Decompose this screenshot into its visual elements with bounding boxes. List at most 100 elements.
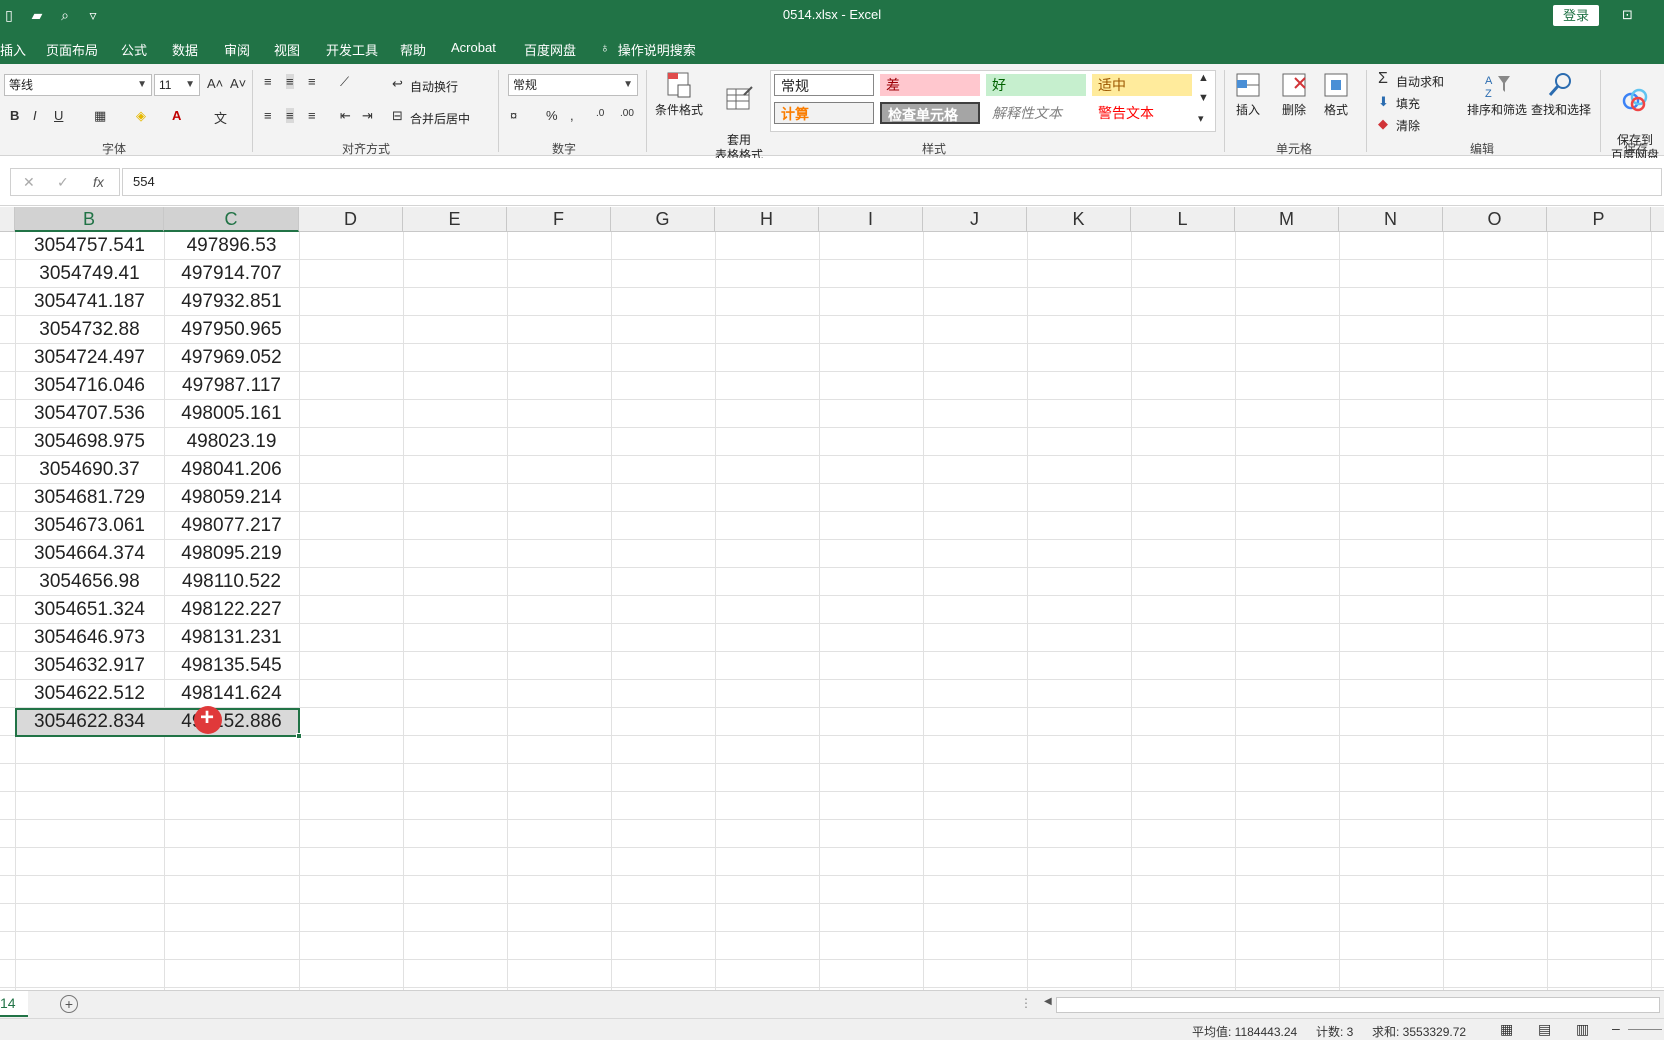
cell-b-selected[interactable]: 3054622.834 <box>15 708 164 736</box>
cell-c[interactable]: 497896.53 <box>164 232 299 260</box>
align-middle-icon[interactable]: ≡ <box>286 74 294 89</box>
column-header-d[interactable]: D <box>299 207 403 232</box>
align-top-icon[interactable]: ≡ <box>264 74 272 89</box>
number-format-select[interactable]: 常规 ▼ <box>508 74 638 96</box>
scroll-left-icon[interactable]: ◀ <box>1044 996 1052 1007</box>
tell-me-search[interactable]: ♁ 操作说明搜索 <box>600 40 696 59</box>
autosum-button[interactable]: 自动求和 <box>1396 73 1444 90</box>
cell-b[interactable]: 3054651.324 <box>15 596 164 624</box>
delete-cells-button[interactable]: 删除 <box>1270 70 1318 118</box>
align-center-icon[interactable]: ≡ <box>286 108 294 123</box>
tab-baidu-netdisk[interactable]: 百度网盘 <box>524 40 576 59</box>
tab-view[interactable]: 视图 <box>274 40 300 59</box>
cell-c[interactable]: 498135.545 <box>164 652 299 680</box>
increase-font-icon[interactable]: A˄ <box>207 76 223 91</box>
gallery-up-icon[interactable]: ▲ <box>1198 72 1209 84</box>
cell-b[interactable]: 3054646.973 <box>15 624 164 652</box>
column-header-e[interactable]: E <box>403 207 507 232</box>
sort-filter-button[interactable]: AZ 排序和筛选 <box>1464 70 1530 118</box>
tab-review[interactable]: 审阅 <box>224 40 250 59</box>
style-neutral[interactable]: 适中 <box>1092 74 1192 96</box>
cell-b[interactable]: 3054732.88 <box>15 316 164 344</box>
column-header-p[interactable]: P <box>1547 207 1651 232</box>
font-name-select[interactable]: 等线 ▼ <box>4 74 152 96</box>
currency-icon[interactable]: ¤ <box>510 108 517 123</box>
cell-c[interactable]: 497950.965 <box>164 316 299 344</box>
cell-c[interactable]: 498041.206 <box>164 456 299 484</box>
gallery-more-icon[interactable]: ▾ <box>1198 112 1204 125</box>
zoom-slider[interactable] <box>1628 1029 1662 1030</box>
italic-icon[interactable]: I <box>33 108 37 123</box>
tab-page-layout[interactable]: 页面布局 <box>46 40 98 59</box>
cell-c[interactable]: 498110.522 <box>164 568 299 596</box>
cell-c[interactable]: 498005.161 <box>164 400 299 428</box>
tab-developer[interactable]: 开发工具 <box>326 40 378 59</box>
column-header-c[interactable]: C <box>164 207 299 232</box>
font-color-icon[interactable]: A <box>172 108 181 123</box>
ribbon-display-icon[interactable]: ⊡ <box>1622 7 1633 23</box>
formula-input[interactable]: 554 <box>122 168 1662 196</box>
comma-icon[interactable]: , <box>570 108 574 123</box>
tab-data[interactable]: 数据 <box>172 40 198 59</box>
decrease-indent-icon[interactable]: ⇤ <box>340 108 351 124</box>
cell-c[interactable]: 498095.219 <box>164 540 299 568</box>
decrease-font-icon[interactable]: A˅ <box>230 76 246 91</box>
cell-b[interactable]: 3054632.917 <box>15 652 164 680</box>
column-header-i[interactable]: I <box>819 207 923 232</box>
cell-b[interactable]: 3054724.497 <box>15 344 164 372</box>
cell-c[interactable]: 498023.19 <box>164 428 299 456</box>
horizontal-scrollbar[interactable] <box>1056 997 1660 1013</box>
tab-help[interactable]: 帮助 <box>400 40 426 59</box>
column-header-m[interactable]: M <box>1235 207 1339 232</box>
tab-insert[interactable]: 插入 <box>0 40 26 59</box>
cell-b[interactable]: 3054681.729 <box>15 484 164 512</box>
sheet-tab[interactable]: 14 <box>0 991 28 1017</box>
cell-b[interactable]: 3054707.536 <box>15 400 164 428</box>
align-left-icon[interactable]: ≡ <box>264 108 272 123</box>
column-header-j[interactable]: J <box>923 207 1027 232</box>
cell-c[interactable]: 497969.052 <box>164 344 299 372</box>
column-header-k[interactable]: K <box>1027 207 1131 232</box>
cell-b[interactable]: 3054673.061 <box>15 512 164 540</box>
cancel-icon[interactable]: ✕ <box>23 174 35 191</box>
decrease-decimal-icon[interactable]: .00 <box>620 108 634 119</box>
column-header-f[interactable]: F <box>507 207 611 232</box>
style-calculation[interactable]: 计算 <box>774 102 874 124</box>
cell-b[interactable]: 3054622.512 <box>15 680 164 708</box>
cell-b[interactable]: 3054741.187 <box>15 288 164 316</box>
cell-c[interactable]: 498077.217 <box>164 512 299 540</box>
insert-cells-button[interactable]: 插入 <box>1224 70 1272 118</box>
align-right-icon[interactable]: ≡ <box>308 108 316 123</box>
style-good[interactable]: 好 <box>986 74 1086 96</box>
cell-b[interactable]: 3054716.046 <box>15 372 164 400</box>
cell-c[interactable]: 498141.624 <box>164 680 299 708</box>
increase-indent-icon[interactable]: ⇥ <box>362 108 373 124</box>
style-bad[interactable]: 差 <box>880 74 980 96</box>
column-header-h[interactable]: H <box>715 207 819 232</box>
splitter-icon[interactable]: ⋮ <box>1020 996 1032 1010</box>
orientation-icon[interactable]: ⟋ <box>340 74 349 90</box>
tab-formulas[interactable]: 公式 <box>121 40 147 59</box>
cell-b[interactable]: 3054690.37 <box>15 456 164 484</box>
cell-b[interactable]: 3054749.41 <box>15 260 164 288</box>
percent-icon[interactable]: % <box>546 108 558 123</box>
gallery-down-icon[interactable]: ▼ <box>1198 92 1209 104</box>
tab-acrobat[interactable]: Acrobat <box>451 40 496 55</box>
increase-decimal-icon[interactable]: .0 <box>596 108 604 119</box>
style-check-cell[interactable]: 检查单元格 <box>880 102 980 124</box>
normal-view-icon[interactable]: ▦ <box>1500 1021 1513 1038</box>
style-normal[interactable]: 常规 <box>774 74 874 96</box>
confirm-icon[interactable]: ✓ <box>57 174 69 191</box>
fill-button[interactable]: 填充 <box>1396 95 1420 112</box>
merge-center-button[interactable]: 合并后居中 <box>410 110 470 127</box>
row-header-corner[interactable] <box>0 207 15 232</box>
border-icon[interactable]: ▦ <box>94 108 106 124</box>
underline-icon[interactable]: U <box>54 108 63 123</box>
page-layout-view-icon[interactable]: ▤ <box>1538 1021 1551 1038</box>
cell-c-selected[interactable]: 498152.886 <box>164 708 299 736</box>
bold-icon[interactable]: B <box>10 108 19 123</box>
column-header-g[interactable]: G <box>611 207 715 232</box>
clear-button[interactable]: 清除 <box>1396 117 1420 134</box>
cell-b[interactable]: 3054664.374 <box>15 540 164 568</box>
cell-b[interactable]: 3054757.541 <box>15 232 164 260</box>
